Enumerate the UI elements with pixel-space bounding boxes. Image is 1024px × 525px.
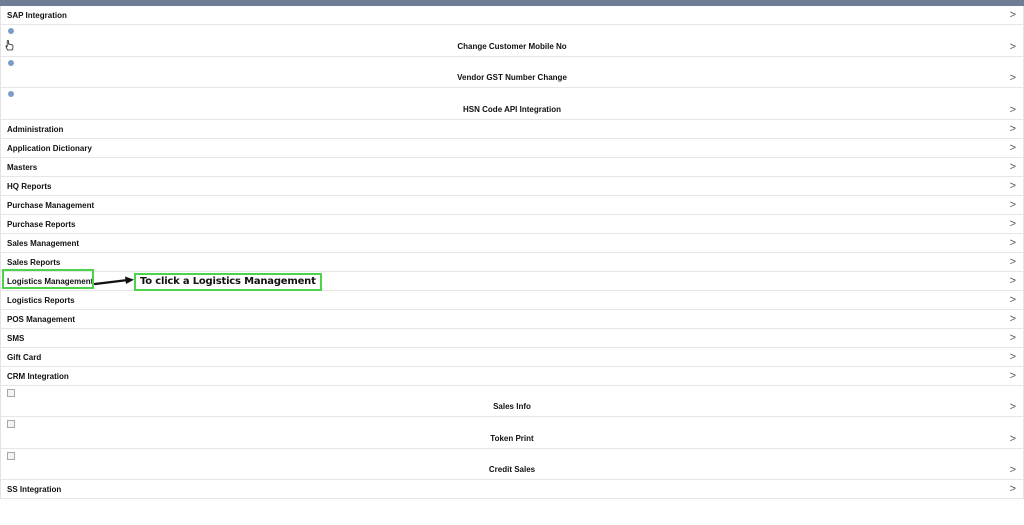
chevron-right-icon: > bbox=[1009, 401, 1016, 413]
menu-item-label: Token Print bbox=[490, 433, 534, 443]
menu-item-vendor-gst-change[interactable]: Vendor GST Number Change > bbox=[1, 57, 1023, 88]
menu-item-change-customer-mobile[interactable]: Change Customer Mobile No > bbox=[1, 25, 1023, 57]
menu-item-sales-management[interactable]: Sales Management > bbox=[1, 234, 1023, 253]
menu-list: SAP Integration > Change Customer Mobile… bbox=[0, 6, 1024, 499]
menu-item-sales-info[interactable]: Sales Info > bbox=[1, 386, 1023, 417]
menu-item-gift-card[interactable]: Gift Card > bbox=[1, 348, 1023, 367]
menu-item-purchase-management[interactable]: Purchase Management > bbox=[1, 196, 1023, 215]
menu-item-label: Sales Reports bbox=[7, 257, 61, 267]
menu-item-label: Sales Management bbox=[7, 238, 80, 248]
menu-item-pos-management[interactable]: POS Management > bbox=[1, 310, 1023, 329]
chevron-right-icon: > bbox=[1009, 122, 1016, 135]
checkbox-icon[interactable] bbox=[7, 451, 15, 460]
menu-item-label: CRM Integration bbox=[7, 371, 69, 381]
menu-item-logistics-reports[interactable]: Logistics Reports > bbox=[1, 291, 1023, 310]
chevron-right-icon: > bbox=[1009, 274, 1016, 287]
menu-item-hsn-code-api[interactable]: HSN Code API Integration > bbox=[1, 88, 1023, 120]
bullet-dot-icon bbox=[8, 28, 14, 34]
chevron-right-icon: > bbox=[1009, 293, 1016, 306]
menu-item-purchase-reports[interactable]: Purchase Reports > bbox=[1, 215, 1023, 234]
menu-item-hq-reports[interactable]: HQ Reports > bbox=[1, 177, 1023, 196]
chevron-right-icon: > bbox=[1009, 236, 1016, 249]
chevron-right-icon: > bbox=[1009, 350, 1016, 363]
annotation-callout: To click a Logistics Management bbox=[134, 273, 322, 291]
menu-item-label: Logistics Reports bbox=[7, 295, 75, 305]
menu-item-label: Purchase Management bbox=[7, 200, 95, 210]
menu-item-label: Administration bbox=[7, 124, 64, 134]
chevron-right-icon: > bbox=[1009, 9, 1016, 21]
chevron-right-icon: > bbox=[1009, 464, 1016, 476]
chevron-right-icon: > bbox=[1009, 179, 1016, 192]
menu-item-sms[interactable]: SMS > bbox=[1, 329, 1023, 348]
menu-item-label: Logistics Management bbox=[7, 276, 94, 286]
chevron-right-icon: > bbox=[1009, 40, 1016, 53]
chevron-right-icon: > bbox=[1009, 255, 1016, 268]
chevron-right-icon: > bbox=[1009, 217, 1016, 230]
chevron-right-icon: > bbox=[1009, 483, 1016, 495]
menu-item-administration[interactable]: Administration > bbox=[1, 120, 1023, 139]
menu-item-masters[interactable]: Masters > bbox=[1, 158, 1023, 177]
annotation-arrow-icon bbox=[94, 276, 134, 286]
menu-item-label: SAP Integration bbox=[7, 11, 67, 20]
menu-item-credit-sales[interactable]: Credit Sales > bbox=[1, 449, 1023, 480]
checkbox-icon[interactable] bbox=[7, 420, 15, 428]
menu-item-label: Application Dictionary bbox=[7, 143, 92, 153]
chevron-right-icon: > bbox=[1009, 72, 1016, 84]
chevron-right-icon: > bbox=[1009, 432, 1016, 445]
menu-item-label: Vendor GST Number Change bbox=[457, 73, 567, 82]
chevron-right-icon: > bbox=[1009, 198, 1016, 211]
menu-item-label: Purchase Reports bbox=[7, 219, 76, 229]
menu-item-crm-integration[interactable]: CRM Integration > bbox=[1, 367, 1023, 386]
menu-item-ss-integration[interactable]: SS Integration > bbox=[1, 480, 1023, 499]
menu-item-label: POS Management bbox=[7, 314, 76, 324]
menu-item-label: SMS bbox=[7, 333, 25, 343]
chevron-right-icon: > bbox=[1009, 103, 1016, 116]
menu-item-sap-integration[interactable]: SAP Integration > bbox=[1, 6, 1023, 25]
menu-item-token-print[interactable]: Token Print > bbox=[1, 417, 1023, 449]
menu-item-label: SS Integration bbox=[7, 485, 62, 494]
menu-item-sales-reports[interactable]: Sales Reports > bbox=[1, 253, 1023, 272]
chevron-right-icon: > bbox=[1009, 312, 1016, 325]
menu-item-label: Gift Card bbox=[7, 352, 42, 362]
chevron-right-icon: > bbox=[1009, 160, 1016, 173]
checkbox-icon[interactable] bbox=[7, 388, 15, 397]
menu-item-label: Sales Info bbox=[493, 402, 531, 411]
menu-item-application-dictionary[interactable]: Application Dictionary > bbox=[1, 139, 1023, 158]
menu-item-label: Masters bbox=[7, 162, 38, 172]
menu-item-label: HSN Code API Integration bbox=[463, 104, 561, 114]
menu-item-label: HQ Reports bbox=[7, 181, 52, 191]
menu-item-label: Change Customer Mobile No bbox=[457, 41, 567, 51]
page: SAP Integration > Change Customer Mobile… bbox=[0, 0, 1024, 525]
chevron-right-icon: > bbox=[1009, 141, 1016, 154]
chevron-right-icon: > bbox=[1009, 369, 1016, 382]
chevron-right-icon: > bbox=[1009, 331, 1016, 344]
bullet-dot-icon bbox=[8, 59, 14, 66]
bullet-dot-icon bbox=[8, 91, 14, 97]
menu-item-label: Credit Sales bbox=[488, 465, 536, 474]
